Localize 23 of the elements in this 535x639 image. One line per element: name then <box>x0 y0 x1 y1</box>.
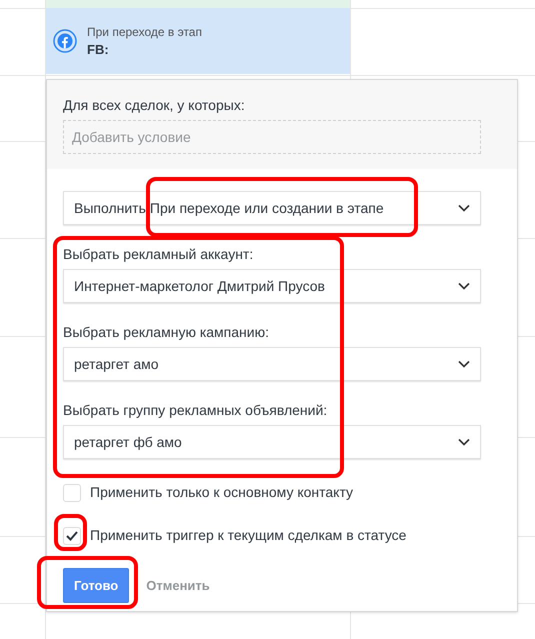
checkbox-label: Применить триггер к текущим сделкам в статусе <box>90 526 406 545</box>
select-label: Выбрать рекламный аккаунт: <box>63 245 254 263</box>
select-label: Выбрать рекламную кампанию: <box>63 323 269 341</box>
checkmark-icon <box>66 530 78 540</box>
checkbox-label: Применить только к основному контакту <box>90 483 354 502</box>
condition-field[interactable]: Добавить условие <box>63 120 481 154</box>
stage-card[interactable]: При переходе в этап FB: <box>46 8 350 74</box>
stage-name: FB: <box>87 41 110 58</box>
highlight-frame <box>54 514 87 551</box>
checkbox[interactable] <box>63 526 81 544</box>
chevron-down-icon <box>458 438 470 446</box>
select-label: Выбрать группу рекламных объявлений: <box>63 401 328 419</box>
checkbox[interactable] <box>63 484 81 502</box>
dropdown-select[interactable]: ретаргет фб амо <box>63 425 481 459</box>
facebook-icon <box>53 29 77 53</box>
dropdown-select[interactable]: ретаргет амо <box>63 347 481 381</box>
chevron-down-icon <box>458 204 470 212</box>
stage-caption: При переходе в этап <box>87 24 202 41</box>
dropdown-select[interactable]: Интернет-маркетолог Дмитрий Прусов <box>63 269 481 303</box>
chevron-down-icon <box>458 282 470 290</box>
condition-label: Для всех сделок, у которых: <box>63 96 246 115</box>
execute-select[interactable]: Выполнить При переходе или создании в этапе <box>63 191 481 225</box>
chevron-down-icon <box>458 360 470 368</box>
